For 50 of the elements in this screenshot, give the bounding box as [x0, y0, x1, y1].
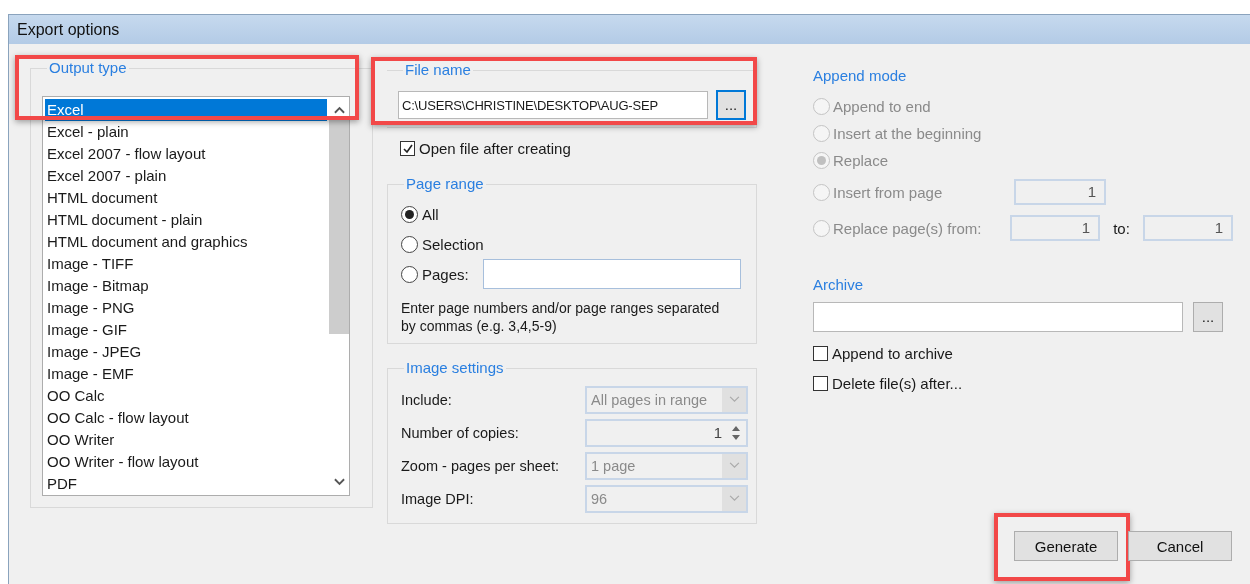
- list-item[interactable]: OO Calc: [45, 385, 327, 407]
- field-label: Image DPI:: [401, 490, 474, 507]
- field-label: Zoom - pages per sheet:: [401, 457, 559, 474]
- field-label: Include:: [401, 391, 452, 408]
- list-item[interactable]: Image - GIF: [45, 319, 327, 341]
- browse-button[interactable]: ...: [716, 90, 746, 120]
- list-item[interactable]: Image - PNG: [45, 297, 327, 319]
- file-name-field[interactable]: C:\USERS\CHRISTINE\DESKTOP\AUG-SEP: [398, 91, 708, 119]
- scrollbar-thumb[interactable]: [329, 119, 349, 334]
- list-item[interactable]: Image - EMF: [45, 363, 327, 385]
- hint-text: Enter page numbers and/or page ranges separated by commas (e.g. 3,4,5-9): [401, 299, 721, 335]
- radio-label[interactable]: All: [422, 205, 439, 223]
- radio-button[interactable]: [401, 235, 418, 253]
- list-item[interactable]: Image - JPEG: [45, 341, 327, 363]
- checkbox[interactable]: [400, 141, 415, 156]
- list-item[interactable]: HTML document and graphics: [45, 231, 327, 253]
- section-title: Append mode: [813, 67, 908, 85]
- field-label: to:: [1113, 219, 1130, 237]
- checkbox-label[interactable]: Delete file(s) after...: [832, 375, 963, 392]
- output-type-list[interactable]: [42, 96, 350, 496]
- radio-label[interactable]: Pages:: [422, 265, 469, 283]
- list-item[interactable]: Excel 2007 - flow layout: [45, 143, 327, 165]
- dialog-button[interactable]: Cancel: [1128, 531, 1232, 561]
- list-item[interactable]: PDF: [45, 473, 327, 495]
- group-title: Image settings: [404, 359, 506, 377]
- list-item[interactable]: Excel 2007 - plain: [45, 165, 327, 187]
- checkbox[interactable]: [813, 376, 828, 391]
- chevron-up-icon[interactable]: [333, 106, 345, 114]
- window-title: Export options: [17, 20, 120, 39]
- field-label: Number of copies:: [401, 424, 519, 441]
- list-item[interactable]: HTML document: [45, 187, 327, 209]
- list-item[interactable]: Image - TIFF: [45, 253, 327, 275]
- section-title: Archive: [813, 276, 865, 294]
- dialog-button[interactable]: Generate: [1014, 531, 1118, 561]
- browse-button[interactable]: ...: [1193, 302, 1223, 332]
- list-item[interactable]: Excel - plain: [45, 121, 327, 143]
- list-item[interactable]: OO Writer - flow layout: [45, 451, 327, 473]
- list-item[interactable]: HTML document - plain: [45, 209, 327, 231]
- pages-field[interactable]: [482, 259, 741, 289]
- checkbox[interactable]: [813, 346, 828, 361]
- list-item[interactable]: Image - Bitmap: [45, 275, 327, 297]
- radio-button[interactable]: [401, 205, 418, 223]
- list-item[interactable]: OO Calc - flow layout: [45, 407, 327, 429]
- radio-label[interactable]: Selection: [422, 235, 484, 253]
- list-item[interactable]: OO Writer: [45, 429, 327, 451]
- checkbox-label[interactable]: Open file after creating: [419, 140, 571, 157]
- archive-field[interactable]: [813, 302, 1183, 332]
- radio-button[interactable]: [401, 265, 418, 283]
- chevron-down-icon[interactable]: [333, 478, 345, 486]
- checkbox-label[interactable]: Append to archive: [832, 345, 953, 362]
